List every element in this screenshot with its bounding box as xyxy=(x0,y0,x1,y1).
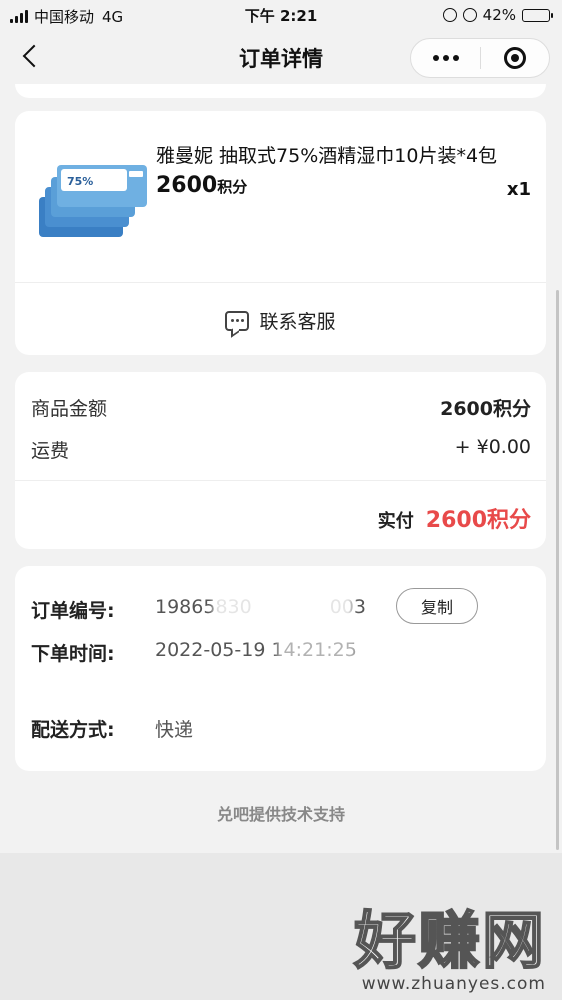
goods-amount-value: 2600积分 xyxy=(440,398,531,420)
product-name[interactable]: 雅曼妮 抽取式75%酒精湿巾10片装*4包 xyxy=(156,141,497,168)
product-image[interactable]: 75% xyxy=(37,159,153,247)
chat-icon xyxy=(225,310,250,331)
price-unit: 积分 xyxy=(217,178,248,196)
scrollbar[interactable] xyxy=(556,290,559,850)
paid-value: 2600积分 xyxy=(425,508,531,533)
delivery-label: 配送方式: xyxy=(31,719,115,741)
shipping-value: + ¥0.00 xyxy=(454,436,531,458)
navigation-bar: 订单详情 xyxy=(0,30,562,84)
watermark-logo: 好赚网 xyxy=(353,904,546,977)
target-close-icon[interactable] xyxy=(481,38,549,78)
status-right: 42% xyxy=(442,6,553,24)
watermark-url: www.zhuanyes.com xyxy=(361,974,546,994)
delivery-value: 快递 xyxy=(155,719,194,741)
contact-service-button[interactable]: 联系客服 xyxy=(15,307,546,334)
orientation-lock-icon xyxy=(442,8,457,22)
watermark: 好赚网 www.zhuanyes.com xyxy=(353,904,546,995)
goods-amount-row: 商品金额 2600积分 xyxy=(31,394,531,421)
amount-card: 商品金额 2600积分 运费 + ¥0.00 实付 2600积分 xyxy=(15,372,546,549)
shipping-label: 运费 xyxy=(31,440,70,462)
shipping-row: 运费 + ¥0.00 xyxy=(31,436,531,463)
alarm-icon xyxy=(462,8,477,22)
redaction-blur-time xyxy=(277,636,357,666)
previous-card-edge xyxy=(15,84,546,98)
redaction-blur xyxy=(213,588,353,624)
total-paid: 实付 2600积分 xyxy=(378,502,531,534)
goods-amount-label: 商品金额 xyxy=(31,398,108,420)
paid-label: 实付 xyxy=(377,511,414,532)
contact-service-label: 联系客服 xyxy=(259,311,336,333)
mini-program-capsule xyxy=(410,38,550,78)
support-text: 兑吧提供技术支持 xyxy=(216,805,345,824)
battery-percent: 42% xyxy=(482,6,516,24)
amount-divider xyxy=(15,480,546,481)
price-number: 2600 xyxy=(156,173,218,198)
product-card: 75% 雅曼妮 抽取式75%酒精湿巾10片装*4包 2600积分 x1 联系客服 xyxy=(15,111,546,355)
status-bar: 中国移动 4G 下午 2:21 42% xyxy=(0,0,562,30)
order-time-label: 下单时间: xyxy=(31,643,115,665)
card-divider xyxy=(15,282,546,283)
copy-button[interactable]: 复制 xyxy=(396,588,478,624)
product-price: 2600积分 xyxy=(156,173,247,198)
order-info-card: 订单编号: 19865830003 复制 下单时间: 2022-05-19 14… xyxy=(15,566,546,771)
more-dots-icon[interactable] xyxy=(411,38,480,78)
image-badge-text: 75% xyxy=(67,175,93,188)
order-number-label: 订单编号: xyxy=(31,600,115,622)
product-quantity: x1 xyxy=(506,179,531,200)
battery-icon xyxy=(522,8,553,22)
